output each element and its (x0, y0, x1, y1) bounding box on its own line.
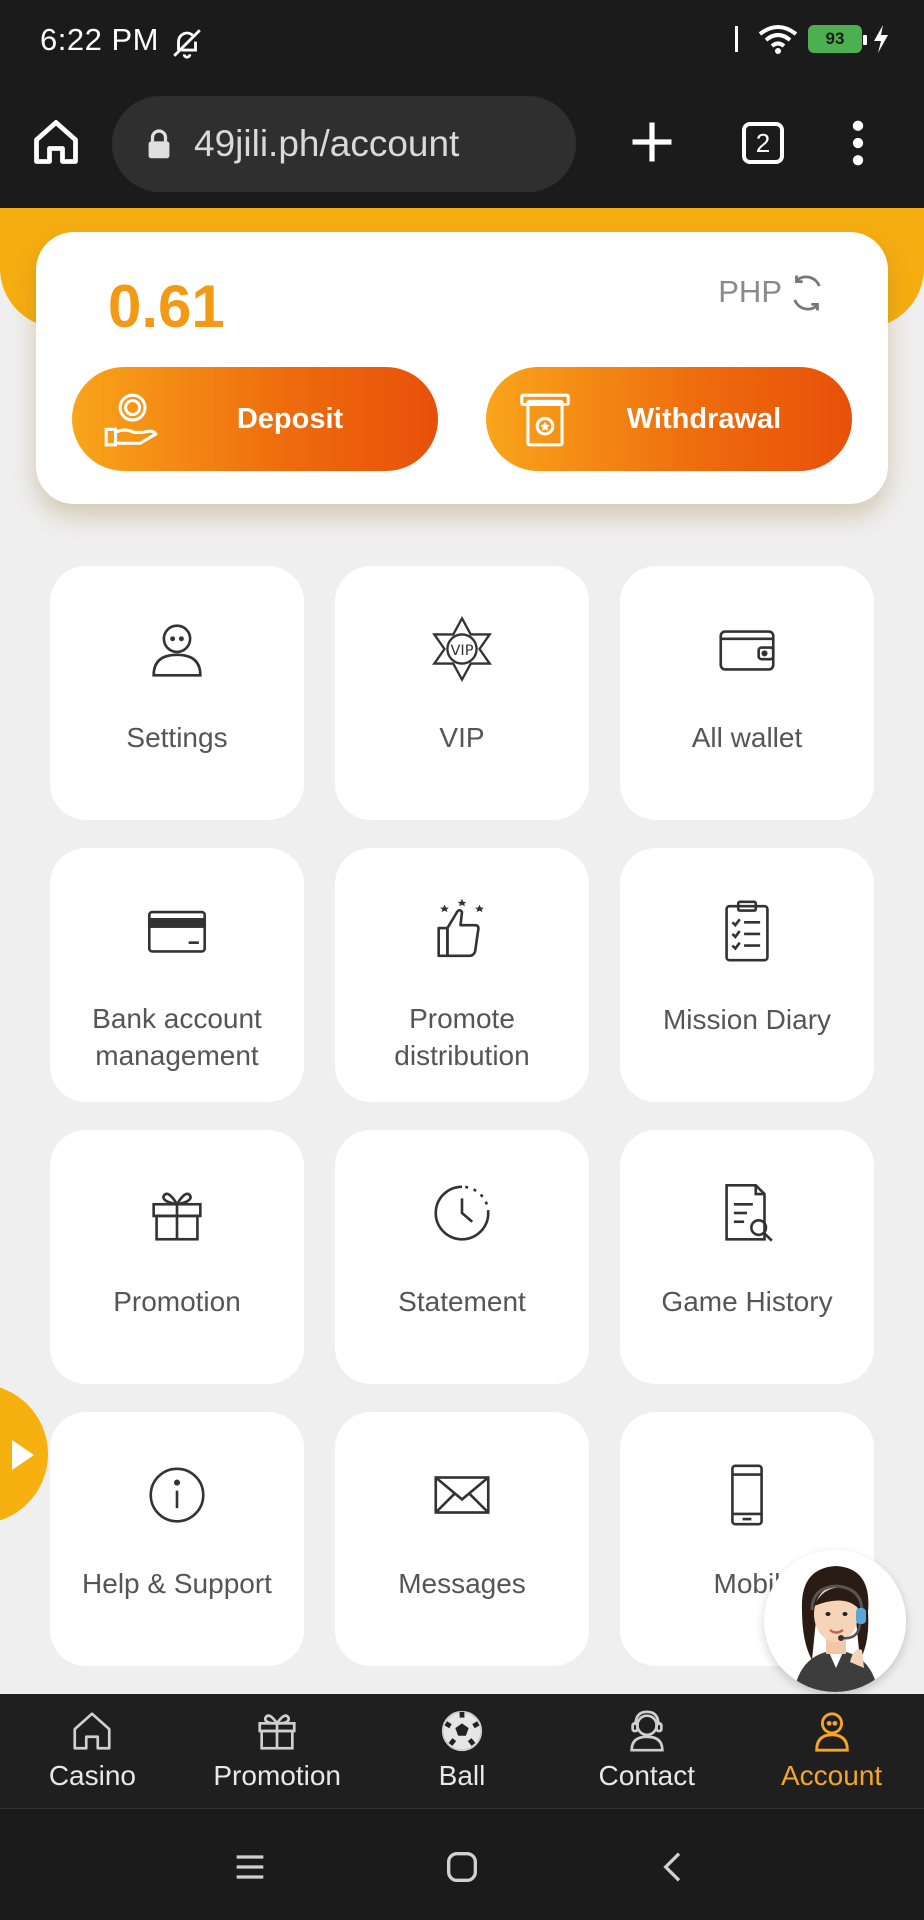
wifi-icon (758, 25, 798, 54)
home-icon[interactable] (30, 116, 82, 168)
status-bar: 6:22 PM 93 (0, 0, 924, 86)
vip-star-icon: VIP (432, 615, 492, 683)
nav-label: Casino (48, 1760, 136, 1791)
nav-label: Ball (438, 1760, 486, 1791)
bell-off-icon (173, 29, 201, 59)
soccer-ball-icon (441, 1710, 483, 1752)
deposit-button[interactable]: Deposit (72, 367, 438, 471)
withdrawal-button[interactable]: Withdrawal (486, 367, 852, 471)
tile-label: Mission Diary (662, 1003, 832, 1035)
svg-text:VIP: VIP (450, 642, 473, 659)
charging-icon (874, 25, 888, 53)
back-icon[interactable] (654, 1847, 694, 1887)
tile-label: Game History (661, 1285, 833, 1317)
tile-promote-distribution[interactable]: Promote distribution (335, 848, 589, 1102)
tile-mission-diary[interactable]: Mission Diary (620, 848, 874, 1102)
user-icon (152, 624, 202, 677)
nav-label: Promotion (213, 1760, 341, 1791)
tile-promotion[interactable]: Promotion (50, 1130, 304, 1384)
balance-amount: 0.61 (108, 273, 225, 340)
system-navigation-bar (0, 1808, 924, 1920)
customer-support-avatar[interactable] (764, 1550, 906, 1692)
info-icon (149, 1467, 205, 1523)
tile-label: Promote distribution (394, 1003, 530, 1071)
bottom-navigation: Casino Promotion Ball Contact Account (0, 1694, 924, 1808)
balance-card: 0.61 PHP Deposit Withdrawal (36, 232, 888, 504)
home-icon (73, 1712, 111, 1750)
tile-label: Messages (398, 1567, 526, 1599)
card-icon (147, 910, 207, 953)
nav-ball[interactable]: Ball (370, 1694, 555, 1808)
phone-icon (731, 1464, 763, 1526)
tile-statement[interactable]: Statement (335, 1130, 589, 1384)
tile-label: Bank account management (92, 1003, 262, 1071)
clock-icon (434, 1185, 490, 1241)
headset-icon (630, 1710, 664, 1752)
status-icons: 93 (735, 24, 890, 54)
nav-label: Contact (598, 1760, 696, 1791)
tile-game-history[interactable]: Game History (620, 1130, 874, 1384)
wallet-icon (719, 630, 775, 671)
thumbs-up-icon (437, 898, 484, 958)
nav-account[interactable]: Account (739, 1694, 924, 1808)
status-time: 6:22 PM (40, 22, 159, 57)
nav-contact[interactable]: Contact (554, 1694, 739, 1808)
nav-label: Account (781, 1760, 883, 1791)
tile-label: Promotion (113, 1285, 241, 1317)
side-drawer-toggle[interactable] (0, 1384, 48, 1524)
nav-casino[interactable]: Casino (0, 1694, 185, 1808)
tile-label: Statement (398, 1285, 526, 1317)
tile-label: All wallet (691, 721, 803, 753)
tile-vip[interactable]: VIP VIP (335, 566, 589, 820)
browser-toolbar: 49jili.ph/account 2 (0, 86, 924, 208)
tile-messages[interactable]: Messages (335, 1412, 589, 1666)
tile-label: VIP (439, 721, 485, 753)
refresh-icon[interactable] (786, 272, 828, 314)
signal-icon (735, 26, 738, 52)
lock-icon (148, 129, 170, 159)
recent-apps-icon[interactable] (230, 1847, 270, 1887)
tile-settings[interactable]: Settings (50, 566, 304, 820)
user-icon (814, 1712, 849, 1752)
address-bar[interactable]: 49jili.ph/account (112, 96, 576, 192)
gift-icon (152, 1192, 202, 1241)
tab-switcher-button[interactable]: 2 (742, 122, 784, 164)
tile-help-support[interactable]: Help & Support (50, 1412, 304, 1666)
plus-icon[interactable] (626, 116, 678, 168)
tile-all-wallet[interactable]: All wallet (620, 566, 874, 820)
nav-promotion[interactable]: Promotion (185, 1694, 370, 1808)
clipboard-icon (725, 900, 769, 962)
support-agent-image (764, 1550, 906, 1692)
home-button-icon[interactable] (442, 1847, 482, 1887)
withdrawal-label: Withdrawal (626, 402, 782, 435)
play-arrow-icon (12, 1440, 34, 1470)
battery-level: 93 (825, 29, 845, 48)
envelope-icon (434, 1476, 490, 1514)
tile-label: Settings (126, 721, 228, 753)
document-search-icon (725, 1183, 773, 1242)
deposit-label: Deposit (236, 402, 344, 435)
url-text: 49jili.ph/account (194, 123, 460, 164)
battery-icon: 93 (808, 25, 867, 53)
tab-count: 2 (755, 127, 771, 158)
account-menu-grid: Settings VIP VIP All wallet Bank account… (50, 566, 876, 1666)
tile-bank-account[interactable]: Bank account management (50, 848, 304, 1102)
gift-icon (258, 1714, 296, 1750)
more-vert-icon[interactable] (846, 120, 870, 166)
currency-label: PHP (718, 274, 782, 309)
tile-label: Help & Support (82, 1567, 272, 1599)
